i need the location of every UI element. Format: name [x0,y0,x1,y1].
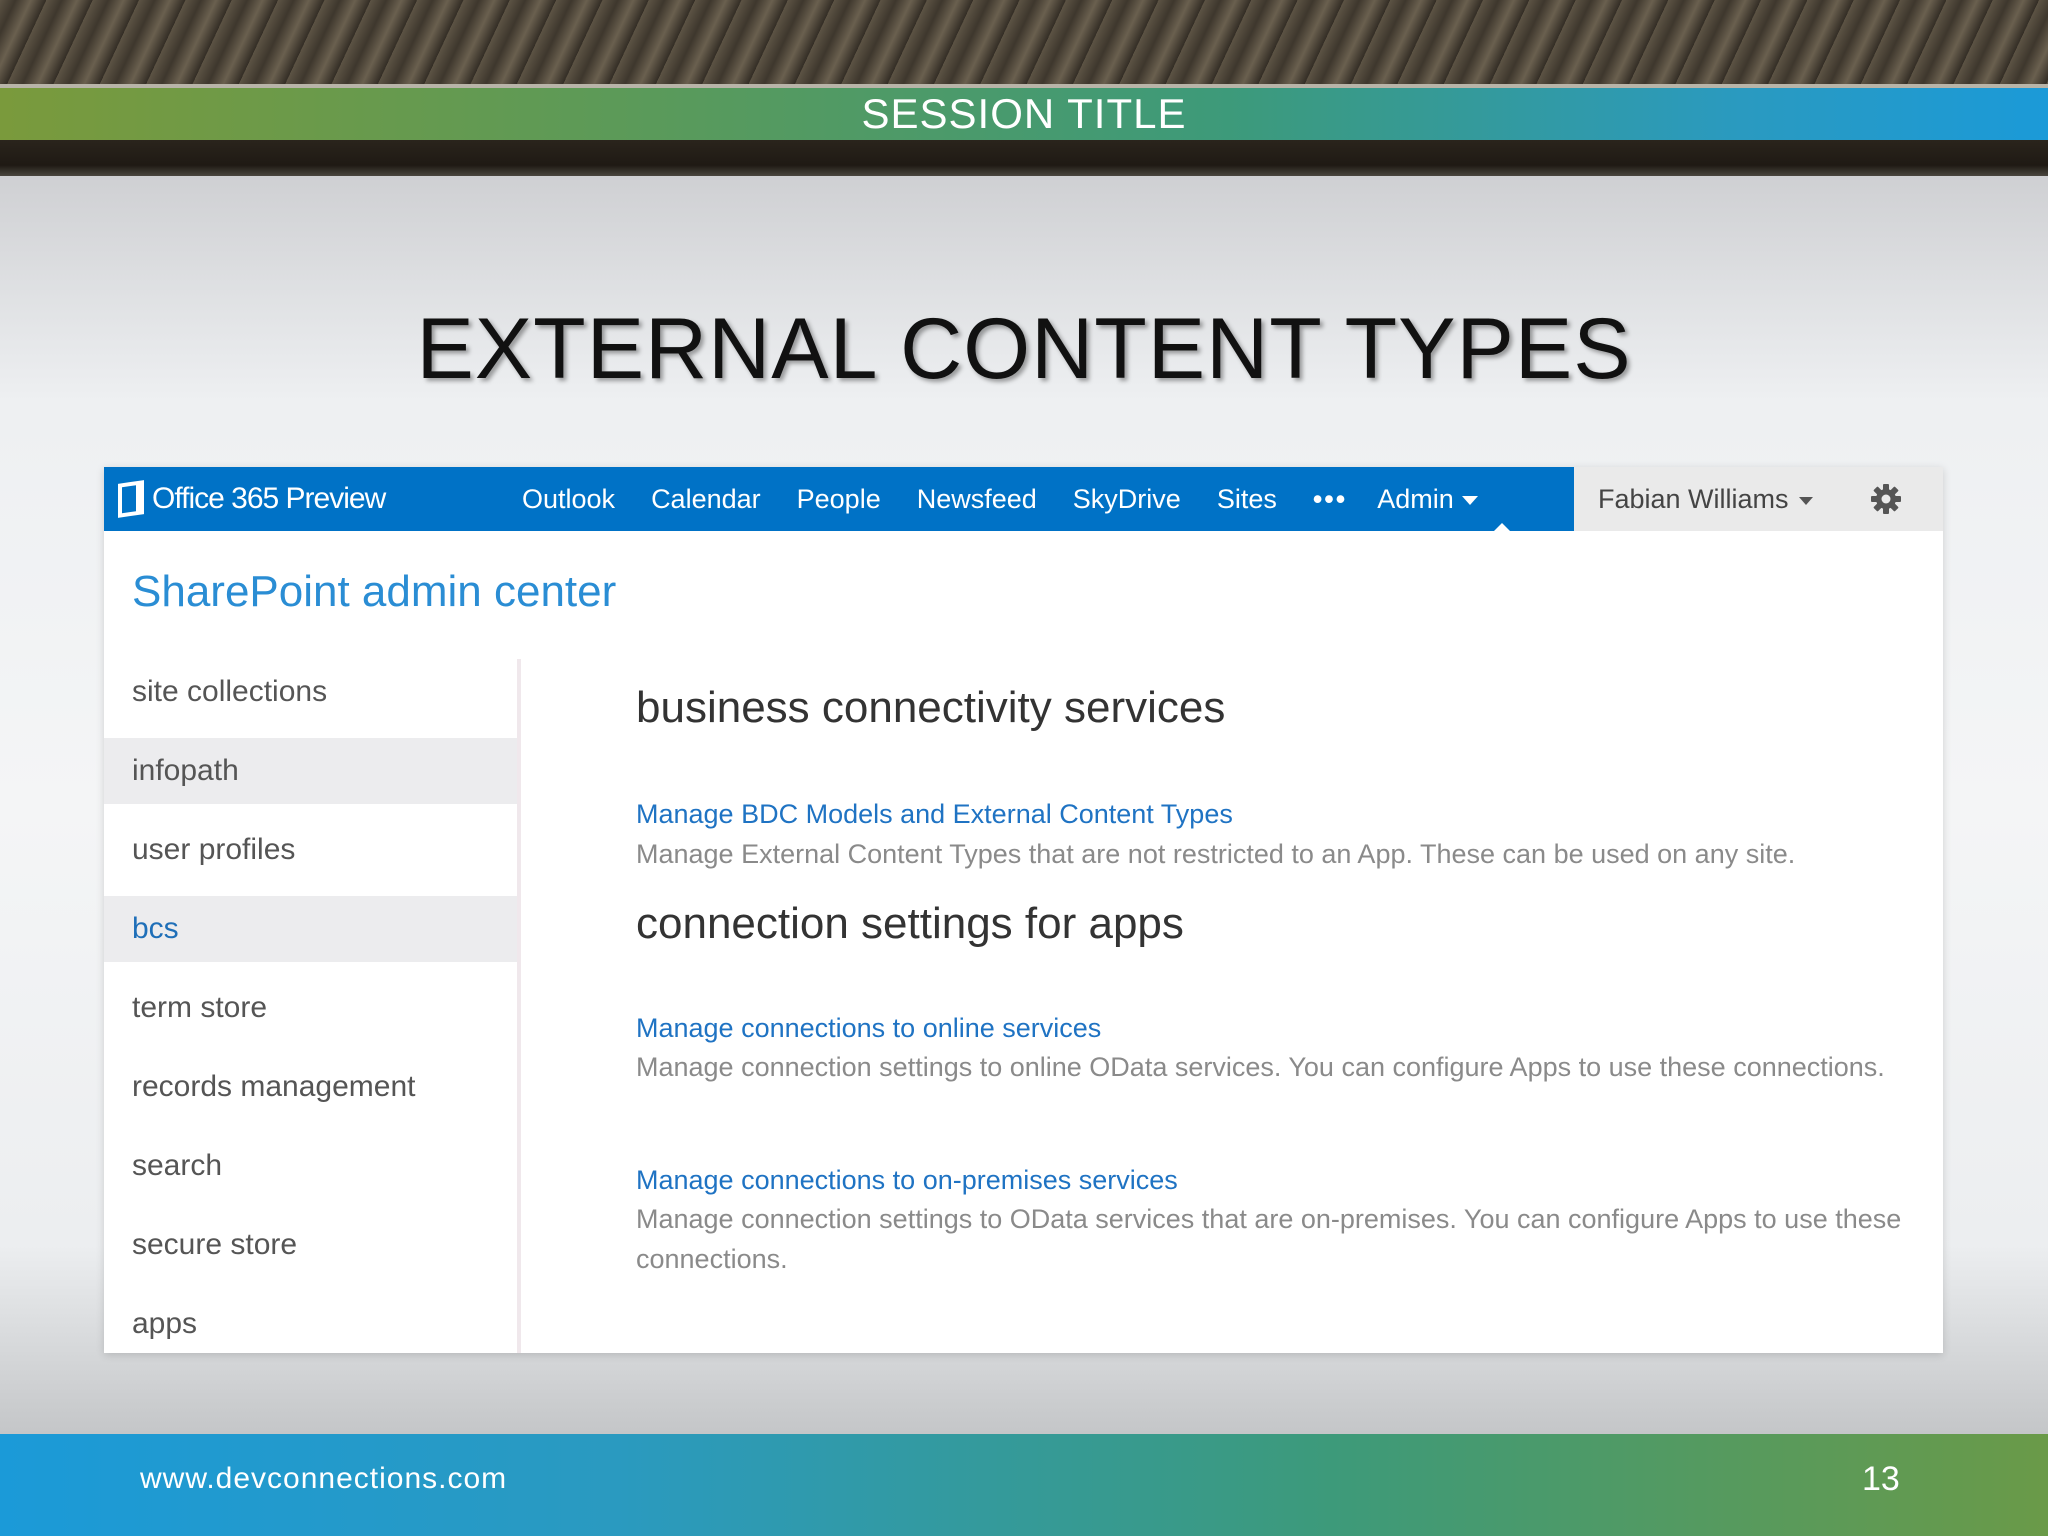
manage-onprem-connections-link[interactable]: Manage connections to on-premises servic… [636,1165,1178,1196]
sidebar-item-search[interactable]: search [104,1133,517,1199]
nav-people[interactable]: People [797,484,881,515]
section-title-connection-settings: connection settings for apps [636,899,1184,948]
session-title: SESSION TITLE [861,90,1187,137]
sidebar-item-secure-store[interactable]: secure store [104,1212,517,1278]
brand[interactable]: Office 365 Preview [118,467,386,531]
section-title-bcs: business connectivity services [636,683,1226,732]
admin-menu-button[interactable]: Admin [1377,484,1478,515]
top-texture-band [0,0,2048,86]
nav-sites[interactable]: Sites [1217,484,1277,515]
session-bar: SESSION TITLE [0,88,2048,140]
manage-online-connections-link[interactable]: Manage connections to online services [636,1013,1101,1044]
page-number: 13 [1862,1460,1900,1498]
sidebar-item-bcs[interactable]: bcs [104,896,517,962]
sidebar-item-user-profiles[interactable]: user profiles [104,817,517,883]
sidebar-item-records-management[interactable]: records management [104,1054,517,1120]
manage-onprem-connections-desc: Manage connection settings to OData serv… [636,1204,1902,1274]
page-title: SharePoint admin center [132,567,617,616]
gear-icon[interactable] [1870,483,1902,515]
chevron-down-icon [1461,495,1478,505]
sidebar-item-infopath[interactable]: infopath [104,738,517,804]
admin-label: Admin [1377,483,1454,514]
manage-online-connections-desc: Manage connection settings to online ODa… [636,1052,1885,1082]
sidebar: site collections infopath user profiles … [104,659,517,1370]
manage-bdc-models-link[interactable]: Manage BDC Models and External Content T… [636,799,1233,830]
user-menu-button[interactable]: Fabian Williams [1598,467,1813,531]
office-logo-icon [118,480,144,518]
brand-label: Office 365 Preview [152,482,386,515]
suite-nav: Outlook Calendar People Newsfeed SkyDriv… [522,467,1514,531]
more-button[interactable]: ••• [1313,484,1347,515]
sidebar-divider [517,659,521,1353]
active-indicator [1494,523,1510,531]
sidebar-item-site-collections[interactable]: site collections [104,659,517,725]
user-area: Fabian Williams [1574,467,1943,531]
dark-band [0,140,2048,176]
footer-url: www.devconnections.com [140,1462,508,1495]
nav-calendar[interactable]: Calendar [651,484,761,515]
nav-outlook[interactable]: Outlook [522,484,615,515]
user-name: Fabian Williams [1598,484,1789,514]
nav-newsfeed[interactable]: Newsfeed [917,484,1037,515]
slide-heading: EXTERNAL CONTENT TYPES [416,301,1632,397]
sharepoint-screenshot-panel: Office 365 Preview Outlook Calendar Peop… [104,467,1943,1353]
nav-skydrive[interactable]: SkyDrive [1073,484,1181,515]
sidebar-item-term-store[interactable]: term store [104,975,517,1041]
chevron-down-icon [1798,496,1813,505]
manage-bdc-models-desc: Manage External Content Types that are n… [636,839,1796,869]
sidebar-item-apps[interactable]: apps [104,1291,517,1357]
suite-bar: Office 365 Preview Outlook Calendar Peop… [104,467,1574,531]
